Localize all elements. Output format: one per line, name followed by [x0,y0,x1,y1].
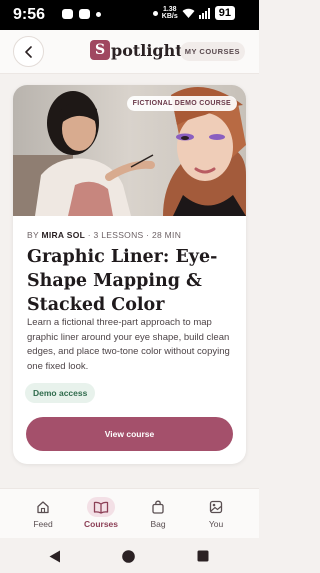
signal-icon [198,7,210,19]
bag-icon [146,497,170,517]
view-course-button[interactable]: View course [26,417,233,451]
logo-mark: S [90,40,110,60]
course-description: Learn a fictional three-part approach to… [27,317,230,372]
access-badge: Demo access [25,383,96,403]
nav-label-you: You [208,519,224,529]
battery-indicator: 91 [214,6,235,20]
notification-icons [62,9,101,19]
notification-icon [62,9,73,19]
image-icon [204,497,228,517]
network-speed: 1.38 KB/s [161,6,178,20]
status-time: 9:56 [13,6,46,23]
app-header: S potlight MY COURSES [0,30,259,74]
nav-item-feed[interactable]: Feed [18,497,68,529]
home-circle-icon[interactable] [122,550,135,563]
status-bar: 9:56 1.38 KB/s 91 [0,0,259,30]
demo-course-badge: FICTIONAL DEMO COURSE [126,96,237,111]
status-right: 1.38 KB/s 91 [152,6,235,20]
course-card: FICTIONAL DEMO COURSE BY MIRA SOL · 3 LE… [13,85,246,464]
nav-item-bag[interactable]: Bag [133,497,183,529]
book-icon [87,497,115,517]
wifi-icon [182,8,195,18]
system-nav-bar [0,538,259,573]
logo-text: potlight [111,40,183,60]
back-triangle-icon[interactable] [49,550,61,563]
course-hero-image: FICTIONAL DEMO COURSE [13,85,246,216]
nav-label-courses: Courses [83,519,118,529]
nav-label-feed: Feed [33,519,53,529]
recents-square-icon[interactable] [197,550,209,562]
dot-icon [152,10,158,16]
nav-item-you[interactable]: You [191,497,241,529]
back-button[interactable] [13,36,44,67]
author-name: MIRA SOL [41,230,86,240]
course-meta: · 3 LESSONS · 28 MIN [85,230,182,240]
bottom-nav: Feed Courses Bag You [0,488,259,538]
course-byline: BY MIRA SOL · 3 LESSONS · 28 MIN [27,230,182,240]
chevron-left-icon [24,45,32,58]
dot-icon [96,11,101,17]
my-courses-link[interactable]: MY COURSES [179,42,245,61]
nav-label-bag: Bag [150,519,166,529]
home-icon [31,497,55,517]
spotlight-logo[interactable]: S potlight [90,40,183,60]
nav-item-courses[interactable]: Courses [76,497,126,529]
notification-icon [79,9,90,19]
course-title: Graphic Liner: Eye-Shape Mapping & Stack… [27,247,218,315]
